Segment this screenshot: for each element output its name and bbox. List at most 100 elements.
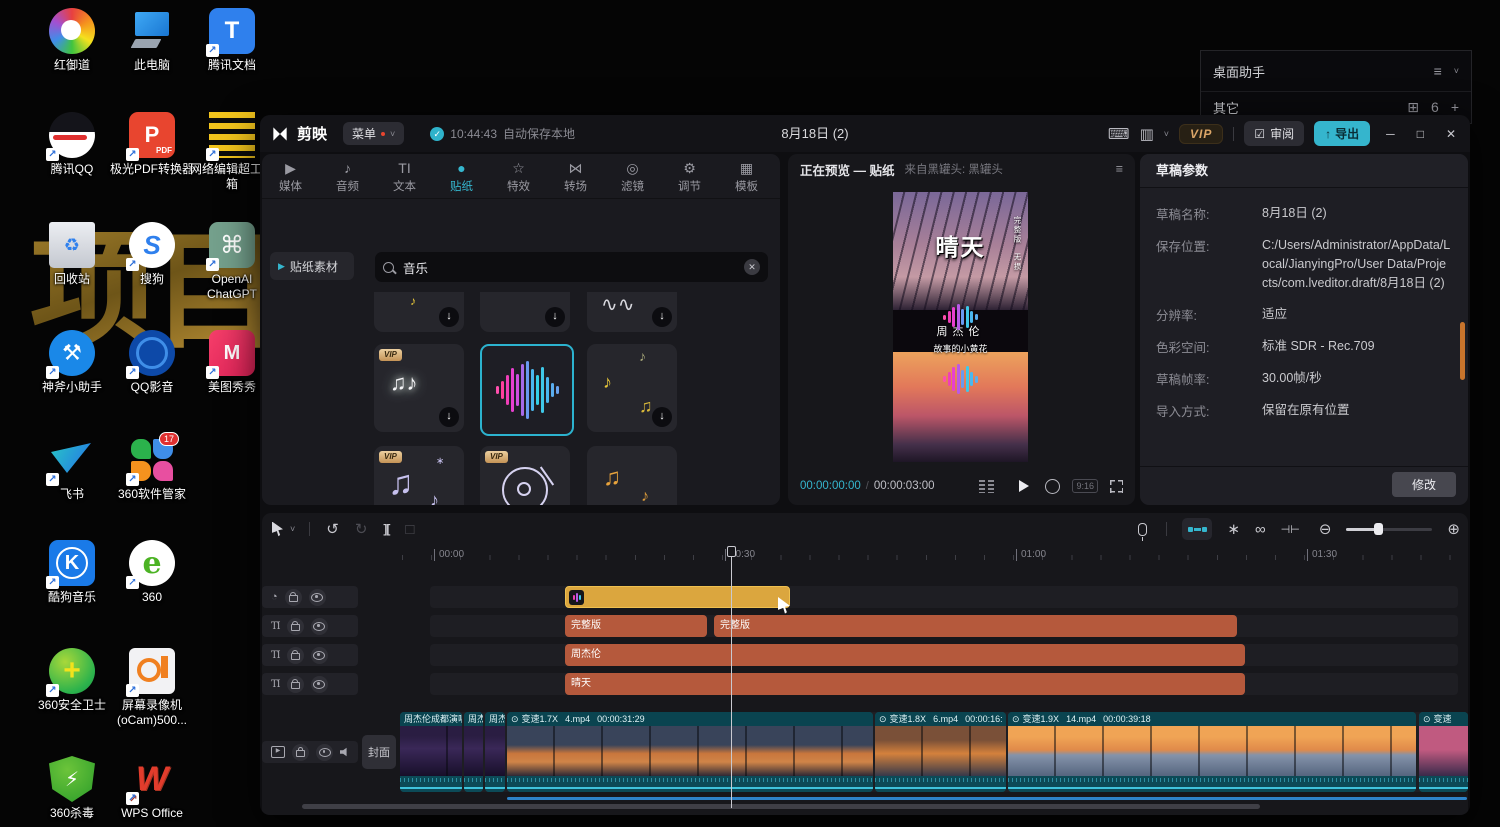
shortcut-keys-icon[interactable]: ⌨ <box>1108 125 1130 143</box>
cover-button[interactable]: 封面 <box>362 735 396 769</box>
select-tool-icon[interactable] <box>272 522 283 537</box>
tab-media[interactable]: ▶媒体 <box>262 154 319 198</box>
desktop-icon-hongyudao[interactable]: 红御道 <box>28 8 116 73</box>
video-clip[interactable]: ⊙变速1.7X4.mp400:00:31:29 <box>507 712 873 792</box>
sticker-tile-smoke-notes[interactable]: VIP ♫♪ ↓ <box>374 344 464 432</box>
sticker-tile-purple-notes[interactable]: VIP ♫ ♪ ∗ ↓ <box>374 446 464 505</box>
tab-sticker[interactable]: ●贴纸 <box>433 154 490 198</box>
text-clip[interactable]: 晴天 <box>565 673 1245 695</box>
download-icon[interactable]: ↓ <box>652 407 672 427</box>
add-icon[interactable]: + <box>1451 99 1459 115</box>
minimize-button[interactable]: ─ <box>1380 127 1401 141</box>
desktop-icon-360-safe[interactable]: +↗ 360安全卫士 <box>28 648 116 713</box>
timeline-zoom-slider[interactable] <box>1346 528 1432 531</box>
link-clips-icon[interactable]: ∞ <box>1255 521 1266 538</box>
auto-snap-toggle[interactable] <box>1182 518 1212 540</box>
desktop-icon-this-pc[interactable]: 此电脑 <box>108 8 196 73</box>
zoom-in-icon[interactable]: ⊕ <box>1447 520 1460 538</box>
lock-icon[interactable] <box>292 744 309 761</box>
desktop-icon-wps[interactable]: W↗ WPS Office <box>108 756 196 821</box>
desktop-icon-tencent-docs[interactable]: T↗ 腾讯文档 <box>188 8 276 73</box>
sticker-tile[interactable]: ∿∿ ↓ <box>587 292 677 332</box>
speaker-icon[interactable] <box>340 747 351 757</box>
tab-effects[interactable]: ☆特效 <box>490 154 547 198</box>
preview-menu-icon[interactable]: ≡ <box>1116 162 1123 176</box>
desktop-icon-kugou[interactable]: K↗ 酷狗音乐 <box>28 540 116 605</box>
review-button[interactable]: ☑ 审阅 <box>1244 121 1304 146</box>
close-button[interactable]: ✕ <box>1440 127 1462 141</box>
desktop-icon-ocam[interactable]: ↗ 屏幕录像机(oCam)500... <box>108 648 196 728</box>
tab-transitions[interactable]: ⋈转场 <box>547 154 604 198</box>
video-clip[interactable]: ⊙变速1.9X14.mp400:00:39:18 <box>1008 712 1416 792</box>
download-icon[interactable]: ↓ <box>545 307 565 327</box>
search-box[interactable]: ✕ <box>375 252 768 282</box>
desktop-icon-shenfu[interactable]: ⚒↗ 神斧小助手 <box>28 330 116 395</box>
sticker-tile-vinyl[interactable]: VIP ↓ <box>480 446 570 505</box>
sticker-tile-orange-notes[interactable]: ♫ ♪ ↓ <box>587 446 677 505</box>
sticker-clip[interactable] <box>565 586 790 608</box>
video-clip[interactable]: 周杰 <box>485 712 505 792</box>
desktop-icon-360-manager[interactable]: 17 ↗ 360软件管家 <box>108 437 196 502</box>
fullscreen-icon[interactable] <box>1110 480 1123 493</box>
desktop-icon-sogou[interactable]: S↗ 搜狗 <box>108 222 196 287</box>
tab-text[interactable]: TI文本 <box>376 154 433 198</box>
sticker-tile[interactable]: ↓ <box>480 292 570 332</box>
panel-scrollbar[interactable] <box>1460 322 1465 380</box>
tab-filters[interactable]: ◎滤镜 <box>604 154 661 198</box>
tab-adjust[interactable]: ⚙调节 <box>661 154 718 198</box>
export-button[interactable]: ↑ 导出 <box>1314 121 1370 146</box>
desktop-icon-feishu[interactable]: ↗ 飞书 <box>28 437 116 502</box>
frame-view-icon[interactable] <box>979 480 997 493</box>
video-clip[interactable]: ⊙变速1.8X6.mp400:00:16: <box>875 712 1006 792</box>
sticker-tile-yellow-notes[interactable]: ♪ ♪ ♫ ↓ <box>587 344 677 432</box>
sticker-category-button[interactable]: ▶ 贴纸素材 <box>270 252 354 280</box>
text-clip[interactable]: 完整版 <box>714 615 1237 637</box>
sticker-tile[interactable]: ♪ ↓ <box>374 292 464 332</box>
lock-icon[interactable] <box>287 676 304 693</box>
playhead-line[interactable] <box>731 546 732 808</box>
lock-icon[interactable] <box>287 647 304 664</box>
zoom-out-icon[interactable]: ⊖ <box>1319 520 1332 538</box>
hamburger-icon[interactable]: ≡ <box>1434 63 1442 79</box>
video-preview[interactable]: 周杰伦 晴天 完整版无损 故事的小黄花 <box>893 192 1028 462</box>
record-voiceover-icon[interactable] <box>1138 523 1147 536</box>
focus-icon[interactable] <box>1045 479 1060 494</box>
layout-icon[interactable]: ▥ <box>1140 125 1154 143</box>
text-clip[interactable]: 周杰伦 <box>565 644 1245 666</box>
eye-icon[interactable] <box>311 676 328 693</box>
horizontal-scrollbar[interactable] <box>302 804 1260 809</box>
preview-axis-icon[interactable]: ∗ <box>1227 520 1240 538</box>
detach-icon[interactable]: ⊣⊢ <box>1281 523 1300 536</box>
clear-search-icon[interactable]: ✕ <box>744 259 760 275</box>
menu-button[interactable]: 菜单 ˅ <box>343 122 404 145</box>
grid-icon[interactable]: ⊞ <box>1407 99 1419 116</box>
tab-audio[interactable]: ♪音频 <box>319 154 376 198</box>
delete-button[interactable]: □ <box>405 521 414 538</box>
eye-icon[interactable] <box>311 647 328 664</box>
split-button[interactable]: ][ <box>383 522 389 536</box>
download-icon[interactable]: ↓ <box>439 307 459 327</box>
desktop-icon-qq-player[interactable]: ↗ QQ影音 <box>108 330 196 395</box>
lock-icon[interactable] <box>287 618 304 635</box>
aspect-ratio-badge[interactable]: 9:16 <box>1072 479 1098 493</box>
pin-icon[interactable]: 6 <box>1431 99 1439 115</box>
redo-button[interactable]: ↻ <box>355 520 368 538</box>
timeline-ruler[interactable] <box>402 546 1458 566</box>
play-button[interactable] <box>1019 480 1029 492</box>
lock-icon[interactable] <box>285 589 302 606</box>
tab-templates[interactable]: ▦模板 <box>718 154 775 198</box>
eye-icon[interactable] <box>311 618 328 635</box>
maximize-button[interactable]: □ <box>1411 127 1430 141</box>
search-input[interactable] <box>401 259 744 275</box>
desktop-icon-360-browser[interactable]: e↗ 360 <box>108 540 196 605</box>
layout-chevron-icon[interactable]: ˅ <box>1164 129 1169 139</box>
vip-button[interactable]: VIP <box>1179 124 1223 144</box>
video-clip[interactable]: 周杰 <box>464 712 483 792</box>
audio-track-line[interactable] <box>507 797 1467 800</box>
desktop-icon-qq[interactable]: ↗ 腾讯QQ <box>28 112 116 177</box>
eye-icon[interactable] <box>309 589 326 606</box>
download-icon[interactable]: ↓ <box>652 307 672 327</box>
zoom-slider-handle[interactable] <box>1374 523 1383 535</box>
text-clip[interactable]: 完整版 <box>565 615 707 637</box>
desktop-icon-360-antivirus[interactable]: ⚡ 360杀毒 <box>28 756 116 821</box>
